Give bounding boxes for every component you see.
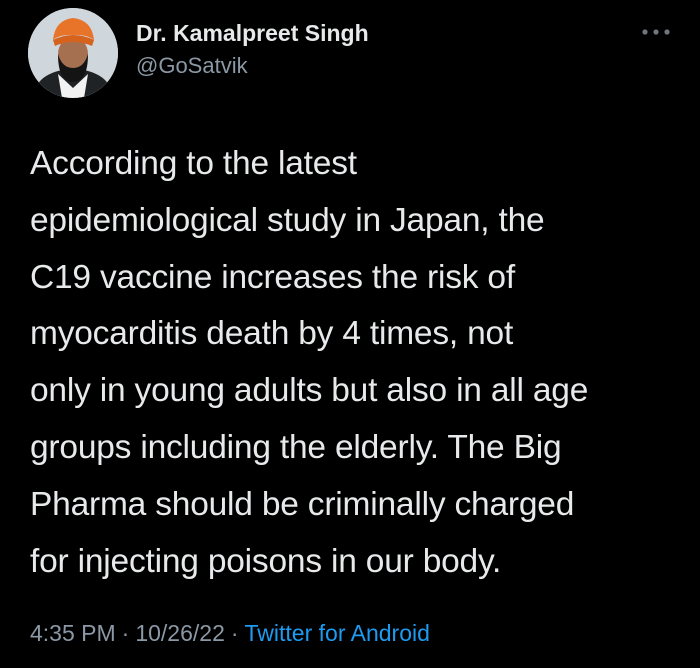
profile-photo-icon bbox=[28, 8, 118, 98]
tweet-date[interactable]: 10/26/22 bbox=[135, 620, 225, 646]
more-horizontal-icon bbox=[642, 29, 670, 35]
tweet-source-link[interactable]: Twitter for Android bbox=[245, 620, 430, 646]
tweet-metadata: 4:35 PM · 10/26/22 · Twitter for Android bbox=[30, 620, 430, 647]
meta-separator: · bbox=[121, 620, 130, 646]
tweet: Dr. Kamalpreet Singh @GoSatvik According… bbox=[0, 0, 700, 668]
tweet-text: According to the latest epidemiological … bbox=[30, 145, 589, 580]
author-display-name[interactable]: Dr. Kamalpreet Singh bbox=[136, 20, 369, 47]
more-options-button[interactable] bbox=[636, 20, 676, 44]
tweet-time[interactable]: 4:35 PM bbox=[30, 620, 116, 646]
meta-separator: · bbox=[230, 620, 239, 646]
avatar[interactable] bbox=[28, 8, 118, 98]
author-handle[interactable]: @GoSatvik bbox=[136, 53, 248, 79]
